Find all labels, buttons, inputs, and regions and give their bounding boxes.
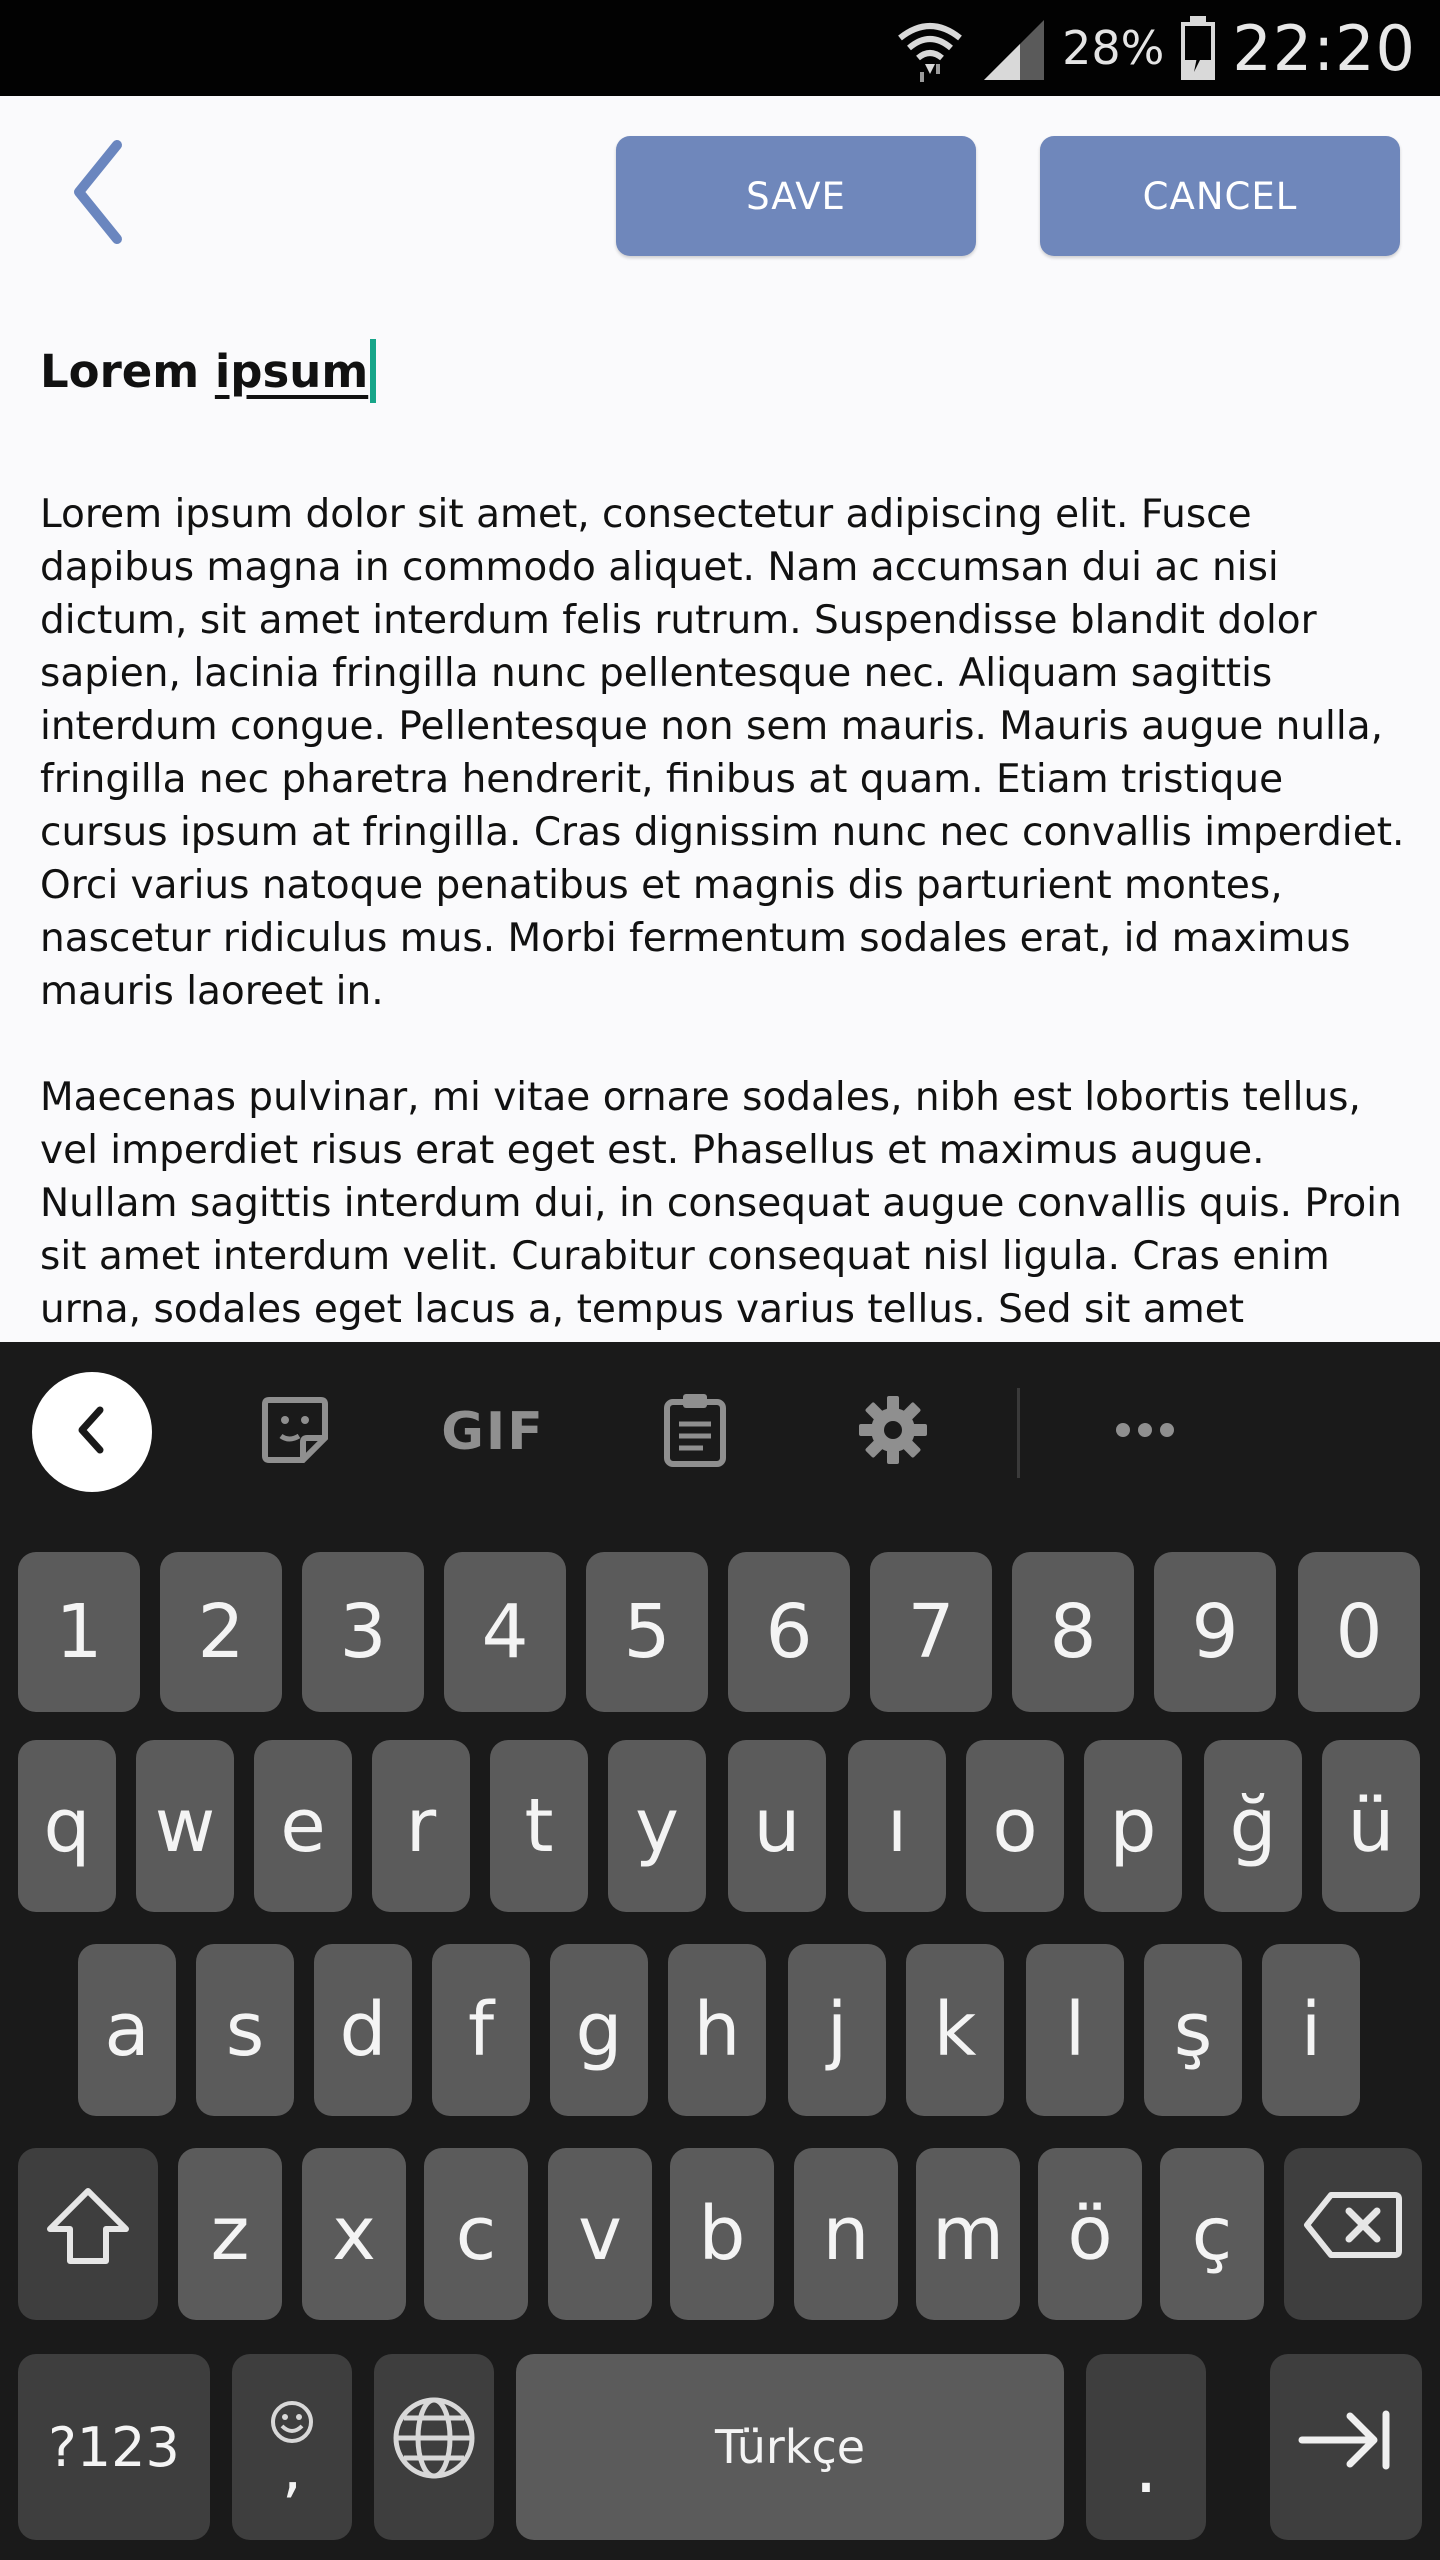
status-bar: 28% 22:20 bbox=[0, 0, 1440, 96]
key-y[interactable]: y bbox=[608, 1740, 706, 1912]
key-s[interactable]: s bbox=[196, 1944, 294, 2116]
keyboard-toolbar: GIF bbox=[0, 1342, 1440, 1518]
cancel-button[interactable]: CANCEL bbox=[1040, 136, 1400, 256]
key-b[interactable]: b bbox=[670, 2148, 774, 2320]
gif-button[interactable]: GIF bbox=[438, 1382, 548, 1482]
note-title-field[interactable]: Lorem ipsum bbox=[40, 336, 377, 406]
note-paragraph: Maecenas pulvinar, mi vitae ornare sodal… bbox=[40, 1075, 1402, 1332]
clipboard-icon bbox=[663, 1392, 727, 1472]
wifi-icon bbox=[894, 12, 966, 84]
key-o-umlaut[interactable]: ö bbox=[1038, 2148, 1142, 2320]
key-dotless-i[interactable]: ı bbox=[848, 1740, 946, 1912]
toolbar-divider bbox=[1017, 1388, 1020, 1478]
key-c-cedilla[interactable]: ç bbox=[1160, 2148, 1264, 2320]
key-l[interactable]: l bbox=[1026, 1944, 1124, 2116]
key-w[interactable]: w bbox=[136, 1740, 234, 1912]
key-t[interactable]: t bbox=[490, 1740, 588, 1912]
key-g[interactable]: g bbox=[550, 1944, 648, 2116]
shift-key[interactable] bbox=[18, 2148, 158, 2320]
key-x[interactable]: x bbox=[302, 2148, 406, 2320]
status-bar-right: 28% 22:20 bbox=[894, 0, 1416, 96]
key-u-umlaut[interactable]: ü bbox=[1322, 1740, 1420, 1912]
back-button[interactable] bbox=[52, 140, 148, 244]
language-key[interactable] bbox=[374, 2354, 494, 2540]
key-9[interactable]: 9 bbox=[1154, 1552, 1276, 1712]
key-v[interactable]: v bbox=[548, 2148, 652, 2320]
key-m[interactable]: m bbox=[916, 2148, 1020, 2320]
comma-label: , bbox=[281, 2432, 303, 2506]
key-q[interactable]: q bbox=[18, 1740, 116, 1912]
key-a[interactable]: a bbox=[78, 1944, 176, 2116]
backspace-key[interactable] bbox=[1284, 2148, 1422, 2320]
key-3[interactable]: 3 bbox=[302, 1552, 424, 1712]
sticker-button[interactable] bbox=[240, 1382, 350, 1482]
key-p[interactable]: p bbox=[1084, 1740, 1182, 1912]
key-c[interactable]: c bbox=[424, 2148, 528, 2320]
keyboard-toolbar-collapse-button[interactable] bbox=[32, 1372, 152, 1492]
comma-emoji-key[interactable]: , bbox=[232, 2354, 352, 2540]
chevron-left-icon bbox=[65, 137, 135, 251]
key-1[interactable]: 1 bbox=[18, 1552, 140, 1712]
more-button[interactable] bbox=[1090, 1382, 1200, 1482]
symbols-key[interactable]: ?123 bbox=[18, 2354, 210, 2540]
keyboard: GIF 1 2 3 4 5 6 7 8 9 0 q w e r t y u ı … bbox=[0, 1342, 1440, 2560]
key-j[interactable]: j bbox=[788, 1944, 886, 2116]
gear-icon bbox=[857, 1394, 929, 1470]
key-5[interactable]: 5 bbox=[586, 1552, 708, 1712]
text-cursor bbox=[370, 339, 377, 403]
key-8[interactable]: 8 bbox=[1012, 1552, 1134, 1712]
backspace-icon bbox=[1303, 2189, 1403, 2279]
key-o[interactable]: o bbox=[966, 1740, 1064, 1912]
key-r[interactable]: r bbox=[372, 1740, 470, 1912]
note-title: Lorem ipsum bbox=[40, 345, 368, 398]
key-h[interactable]: h bbox=[668, 1944, 766, 2116]
signal-icon bbox=[980, 14, 1048, 82]
gif-icon: GIF bbox=[441, 1402, 545, 1462]
app-bar: SAVE CANCEL bbox=[0, 96, 1440, 296]
battery-charging-icon bbox=[1178, 14, 1218, 82]
key-g-breve[interactable]: ğ bbox=[1204, 1740, 1302, 1912]
chevron-left-icon bbox=[72, 1402, 112, 1462]
key-u[interactable]: u bbox=[728, 1740, 826, 1912]
key-i[interactable]: i bbox=[1262, 1944, 1360, 2116]
key-4[interactable]: 4 bbox=[444, 1552, 566, 1712]
key-7[interactable]: 7 bbox=[870, 1552, 992, 1712]
clock: 22:20 bbox=[1232, 11, 1416, 85]
globe-icon bbox=[390, 2394, 478, 2500]
shift-icon bbox=[44, 2185, 132, 2283]
note-body-field[interactable]: Lorem ipsum dolor sit amet, consectetur … bbox=[40, 488, 1410, 1338]
note-paragraph: Lorem ipsum dolor sit amet, consectetur … bbox=[40, 492, 1405, 1014]
note-title-part2: ipsum bbox=[214, 344, 369, 398]
key-n[interactable]: n bbox=[794, 2148, 898, 2320]
space-key[interactable]: Türkçe bbox=[516, 2354, 1064, 2540]
tab-arrow-icon bbox=[1298, 2404, 1394, 2490]
key-e[interactable]: e bbox=[254, 1740, 352, 1912]
key-d[interactable]: d bbox=[314, 1944, 412, 2116]
sticker-icon bbox=[259, 1394, 331, 1470]
key-f[interactable]: f bbox=[432, 1944, 530, 2116]
key-0[interactable]: 0 bbox=[1298, 1552, 1420, 1712]
key-6[interactable]: 6 bbox=[728, 1552, 850, 1712]
save-button[interactable]: SAVE bbox=[616, 136, 976, 256]
tab-key[interactable] bbox=[1270, 2354, 1422, 2540]
key-z[interactable]: z bbox=[178, 2148, 282, 2320]
period-key[interactable]: . bbox=[1086, 2354, 1206, 2540]
settings-button[interactable] bbox=[838, 1382, 948, 1482]
more-icon bbox=[1113, 1420, 1177, 1444]
clipboard-button[interactable] bbox=[640, 1382, 750, 1482]
key-k[interactable]: k bbox=[906, 1944, 1004, 2116]
key-2[interactable]: 2 bbox=[160, 1552, 282, 1712]
battery-percent: 28% bbox=[1062, 21, 1165, 75]
note-title-part1: Lorem bbox=[40, 344, 215, 398]
key-s-cedilla[interactable]: ş bbox=[1144, 1944, 1242, 2116]
